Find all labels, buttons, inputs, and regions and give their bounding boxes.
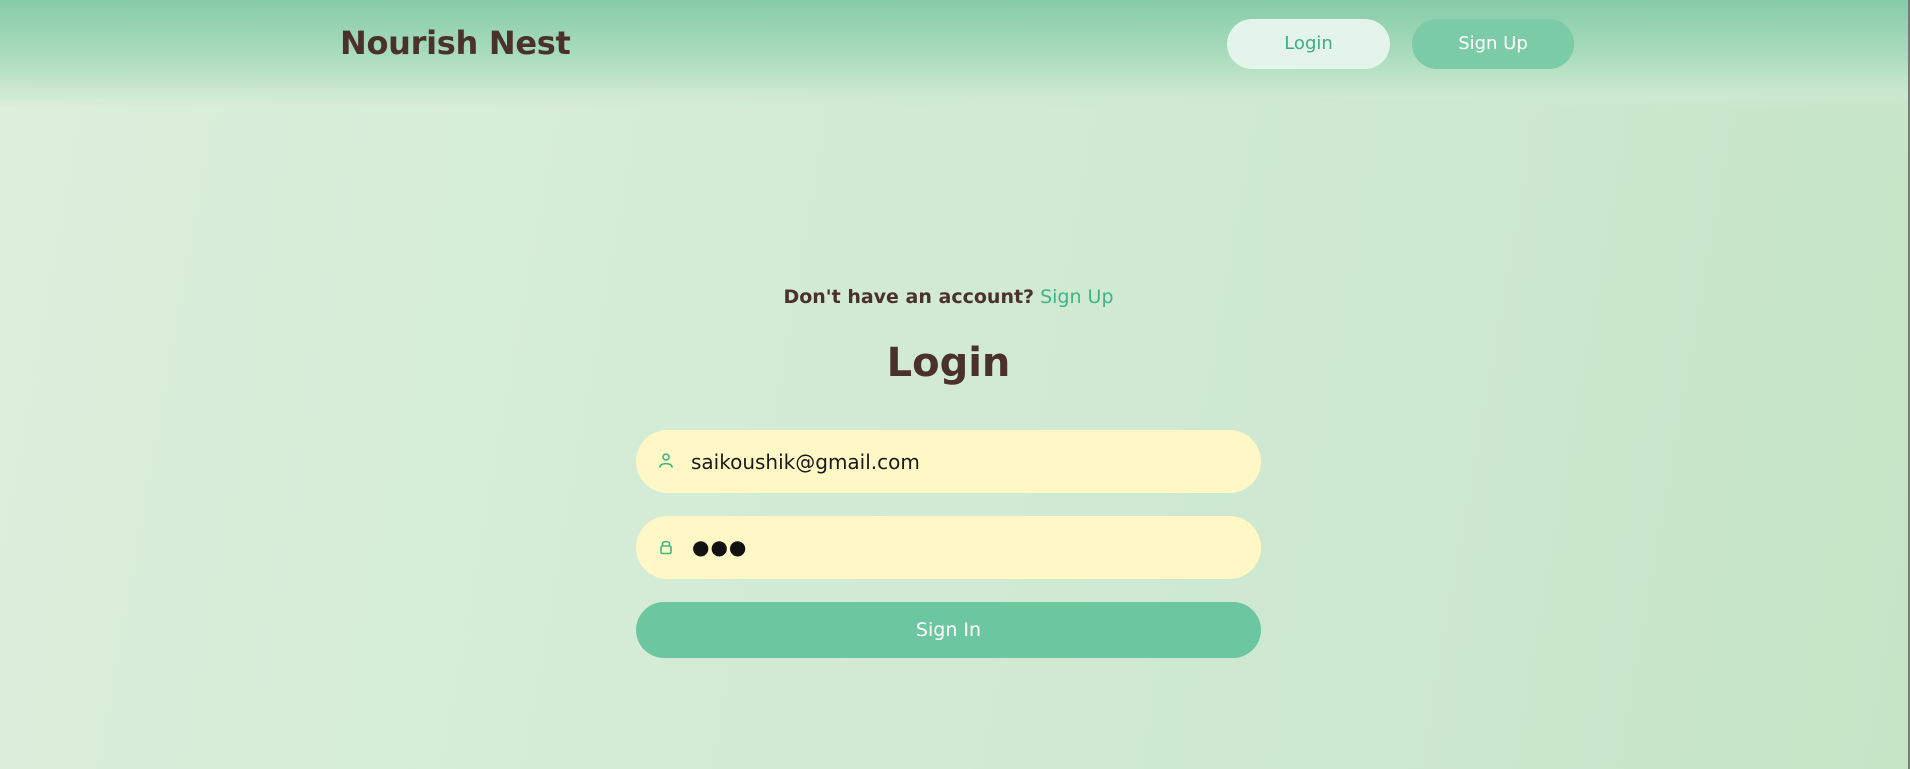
password-field[interactable]: ●●●	[636, 516, 1261, 579]
page-title: Login	[886, 340, 1011, 386]
email-input[interactable]	[691, 430, 1231, 493]
password-input[interactable]: ●●●	[692, 516, 747, 579]
nav-signup-button[interactable]: Sign Up	[1412, 19, 1574, 69]
nav-login-button[interactable]: Login	[1227, 19, 1390, 69]
signup-link[interactable]: Sign Up	[1040, 286, 1113, 308]
sign-in-button[interactable]: Sign In	[636, 602, 1261, 658]
signup-prompt: Don't have an account? Sign Up	[0, 286, 1897, 308]
email-field[interactable]	[636, 430, 1261, 493]
brand-logo[interactable]: Nourish Nest	[340, 24, 571, 62]
user-icon	[658, 452, 674, 470]
top-navbar: Nourish Nest Login Sign Up	[0, 0, 1910, 108]
signup-question: Don't have an account?	[783, 286, 1035, 308]
lock-icon	[658, 538, 674, 556]
